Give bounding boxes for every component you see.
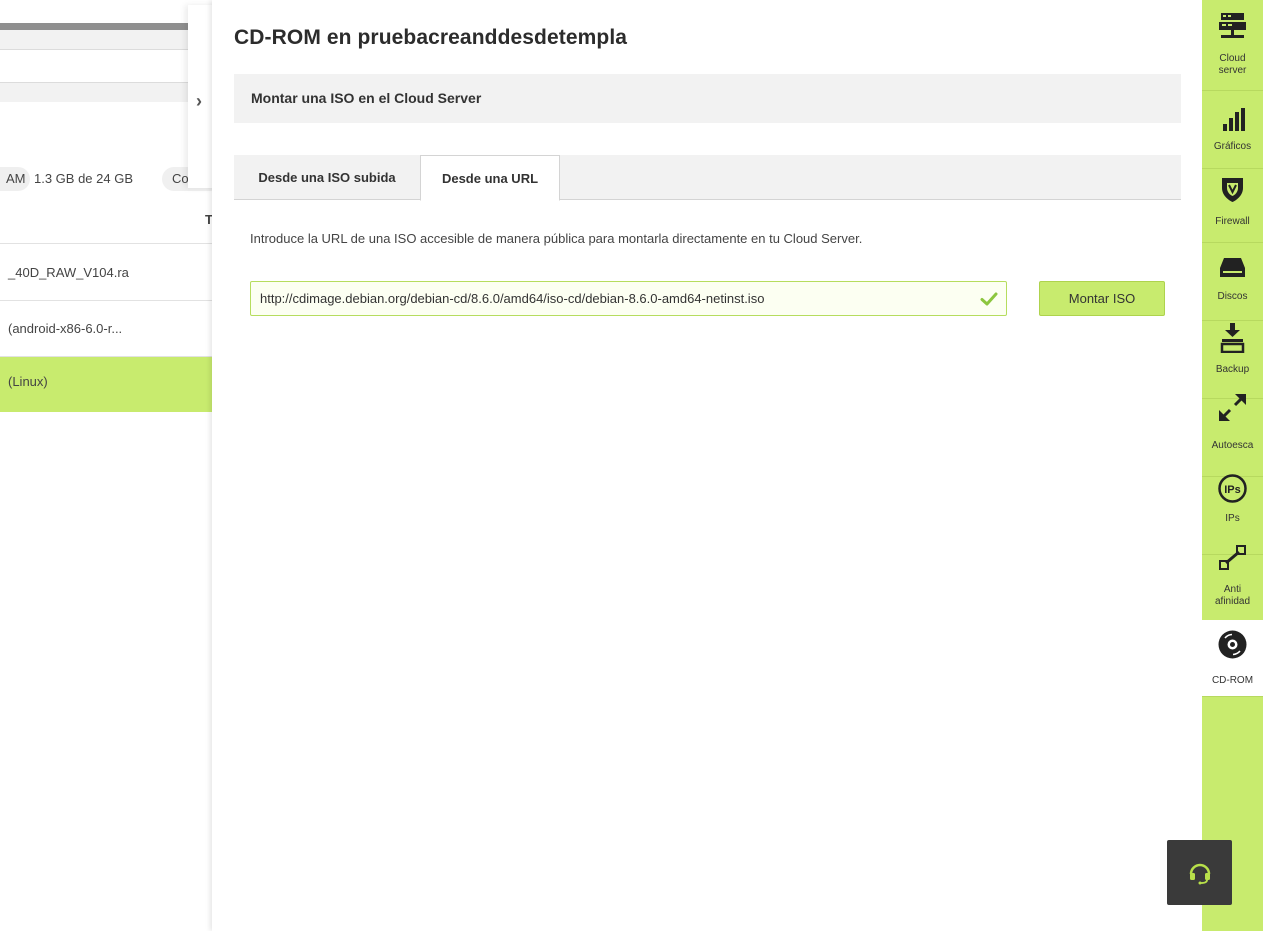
download-tray-icon bbox=[1220, 323, 1245, 353]
bar-chart-icon bbox=[1223, 108, 1245, 131]
tabs-bar: Desde una ISO subida Desde una URL bbox=[234, 155, 1181, 201]
sidebar-label: Backup bbox=[1215, 364, 1250, 375]
cdrom-icon bbox=[1218, 630, 1247, 659]
sidebar-item-disks[interactable]: Discos bbox=[1202, 244, 1263, 321]
sidebar-label: Autoesca bbox=[1211, 440, 1254, 451]
svg-text:IPs: IPs bbox=[1224, 484, 1241, 496]
tab-from-url[interactable]: Desde una URL bbox=[420, 155, 560, 201]
anti-affinity-icon bbox=[1219, 545, 1246, 570]
next-label: Co bbox=[172, 171, 189, 186]
ram-label: AM bbox=[6, 171, 26, 186]
sidebar-item-graphs[interactable]: Gráficos bbox=[1202, 92, 1263, 169]
sidebar-label: Discos bbox=[1217, 291, 1248, 302]
right-sidebar: Cloud server Gráficos Firewall Discos Ba… bbox=[1202, 0, 1263, 931]
sidebar-label: Anti bbox=[1223, 584, 1242, 595]
tab-uploaded-iso[interactable]: Desde una ISO subida bbox=[234, 155, 420, 200]
url-field[interactable] bbox=[250, 281, 1007, 316]
section-title: Montar una ISO en el Cloud Server bbox=[251, 90, 482, 106]
sidebar-label: Cloud bbox=[1219, 53, 1246, 64]
headset-icon bbox=[1189, 863, 1211, 885]
row-text: (Linux) bbox=[8, 374, 48, 389]
url-input[interactable] bbox=[251, 282, 971, 315]
sidebar-item-cloud-server[interactable]: Cloud server bbox=[1202, 0, 1263, 91]
sidebar-label: Gráficos bbox=[1213, 141, 1252, 152]
sidebar-item-cdrom[interactable]: CD-ROM bbox=[1202, 620, 1263, 697]
sidebar-label: CD-ROM bbox=[1211, 675, 1254, 686]
shield-icon bbox=[1222, 178, 1243, 202]
sidebar-item-autoscale[interactable]: Autoesca bbox=[1202, 394, 1263, 477]
ips-icon: IPs bbox=[1218, 474, 1247, 503]
chevron-right-icon[interactable]: › bbox=[196, 91, 202, 112]
sidebar-label: IPs bbox=[1225, 513, 1240, 524]
check-icon bbox=[980, 292, 998, 306]
sidebar-label: afinidad bbox=[1214, 596, 1251, 607]
resize-arrows-icon bbox=[1219, 394, 1246, 421]
mount-iso-button[interactable]: Montar ISO bbox=[1039, 281, 1165, 316]
sidebar-item-backup[interactable]: Backup bbox=[1202, 322, 1263, 399]
intro-text: Introduce la URL de una ISO accesible de… bbox=[250, 231, 863, 246]
row-text: _40D_RAW_V104.ra bbox=[8, 265, 129, 280]
support-button[interactable] bbox=[1167, 840, 1232, 905]
section-header: Montar una ISO en el Cloud Server bbox=[234, 74, 1181, 123]
sidebar-label: Firewall bbox=[1215, 216, 1250, 227]
sidebar-label: server bbox=[1218, 65, 1247, 76]
ram-value: 1.3 GB de 24 GB bbox=[34, 171, 134, 186]
sidebar-item-firewall[interactable]: Firewall bbox=[1202, 166, 1263, 243]
cdrom-panel: › CD-ROM en pruebacreanddesdetempla Mont… bbox=[188, 0, 1202, 931]
row-text: (android-x86-6.0-r... bbox=[8, 321, 123, 336]
disk-icon bbox=[1220, 258, 1245, 277]
page-title: CD-ROM en pruebacreanddesdetempla bbox=[234, 26, 628, 49]
panel-body: CD-ROM en pruebacreanddesdetempla Montar… bbox=[212, 0, 1202, 931]
server-icon bbox=[1219, 13, 1246, 38]
